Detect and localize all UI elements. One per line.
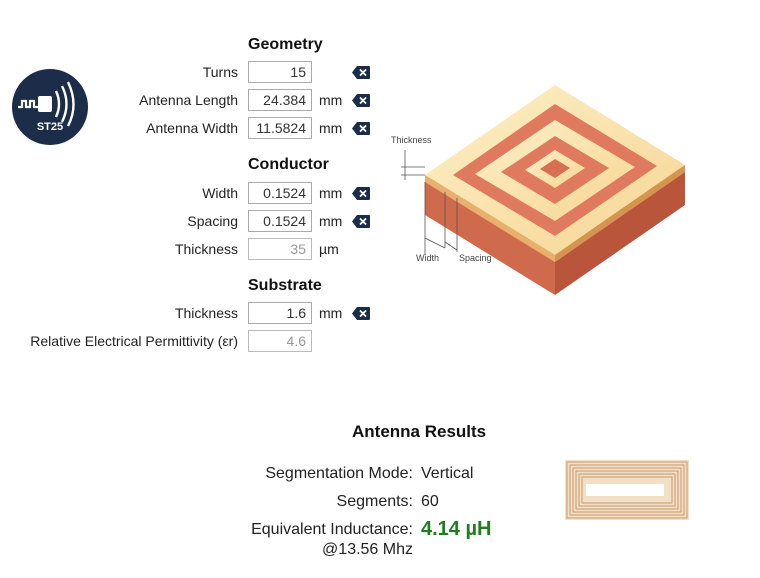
clear-conductor-width-icon[interactable]: [352, 187, 370, 200]
segments-label: Segments:: [336, 493, 413, 510]
spacing-input[interactable]: 0.1524: [248, 210, 312, 232]
clear-substrate-thickness-icon[interactable]: [352, 307, 370, 320]
permittivity-label: Relative Electrical Permittivity (εr): [30, 333, 238, 349]
substrate-thickness-label: Thickness: [174, 305, 238, 321]
diagram-width-label: Width: [416, 253, 439, 263]
substrate-thickness-unit: mm: [319, 305, 343, 321]
turns-label: Turns: [202, 64, 238, 80]
substrate-thickness-input[interactable]: 1.6: [248, 302, 312, 324]
antenna-preview-thumbnail: [565, 460, 689, 520]
antenna-length-label: Antenna Length: [139, 92, 238, 108]
spacing-unit: mm: [319, 213, 343, 229]
clear-spacing-icon[interactable]: [352, 215, 370, 228]
clear-antenna-width-icon[interactable]: [352, 122, 370, 135]
antenna-width-input[interactable]: 11.5824: [248, 117, 312, 139]
frequency-label: @13.56 Mhz: [322, 541, 413, 558]
diagram-thickness-label: Thickness: [391, 135, 432, 145]
antenna-diagram: Thickness Width Spacing: [391, 85, 685, 295]
conductor-width-label: Width: [202, 185, 238, 201]
conductor-width-input[interactable]: 0.1524: [248, 182, 312, 204]
diagram-spacing-label: Spacing: [459, 253, 492, 263]
antenna-length-input[interactable]: 24.384: [248, 89, 312, 111]
conductor-thickness-unit: µm: [319, 241, 339, 257]
clear-turns-icon[interactable]: [352, 66, 370, 79]
turns-input[interactable]: 15: [248, 61, 312, 83]
geometry-title: Geometry: [248, 36, 323, 53]
spacing-label: Spacing: [187, 213, 238, 229]
thumbnail-center: [586, 484, 664, 496]
antenna-width-unit: mm: [319, 120, 343, 136]
conductor-thickness-label: Thickness: [174, 241, 238, 257]
permittivity-input: 4.6: [248, 330, 312, 352]
results-title: Antenna Results: [352, 422, 487, 441]
segmentation-label: Segmentation Mode:: [265, 465, 413, 482]
inductance-value: 4.14 µH: [421, 518, 492, 540]
conductor-thickness-input: 35: [248, 238, 312, 260]
segmentation-value: Vertical: [421, 465, 474, 482]
segments-value: 60: [421, 493, 439, 510]
conductor-title: Conductor: [248, 156, 329, 173]
substrate-title: Substrate: [248, 277, 322, 294]
antenna-length-unit: mm: [319, 92, 343, 108]
conductor-width-unit: mm: [319, 185, 343, 201]
antenna-width-label: Antenna Width: [146, 120, 238, 136]
clear-antenna-length-icon[interactable]: [352, 94, 370, 107]
inductance-label: Equivalent Inductance:: [251, 521, 413, 538]
